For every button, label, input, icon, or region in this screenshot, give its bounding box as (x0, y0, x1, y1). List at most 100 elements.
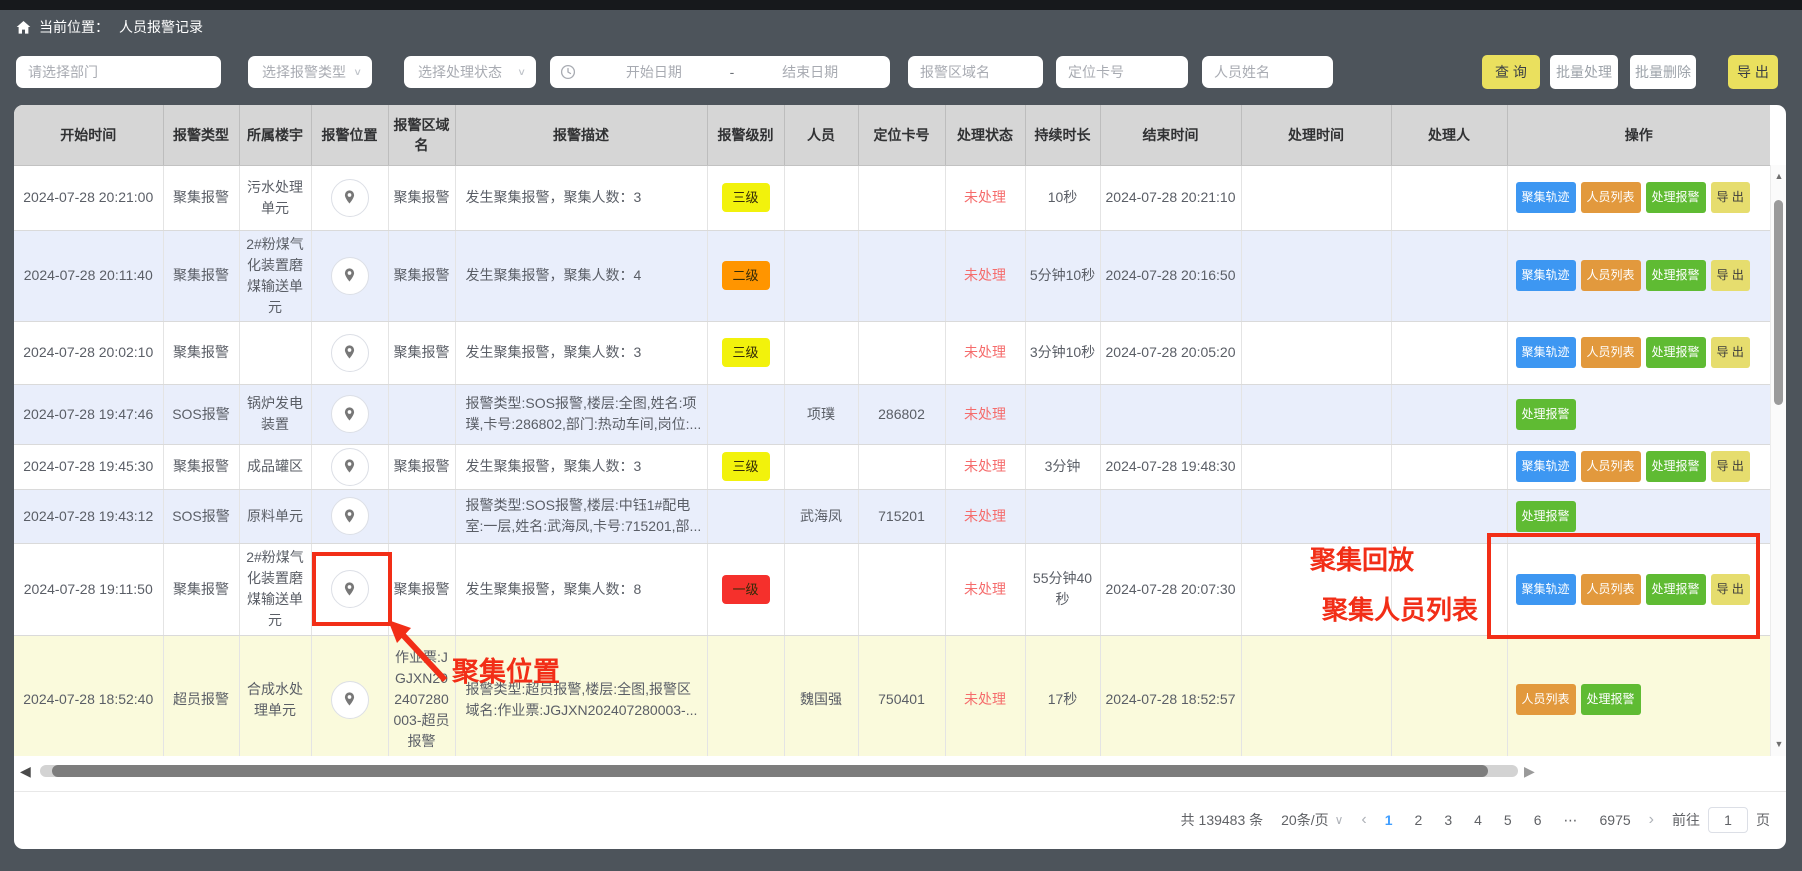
chevron-down-icon: ∨ (1335, 813, 1344, 827)
card-number-input[interactable] (1056, 56, 1188, 88)
cell-end-time: 2024-07-28 20:16:50 (1100, 230, 1241, 321)
goto-page-input[interactable] (1708, 807, 1748, 833)
page-number-5[interactable]: 5 (1504, 812, 1512, 828)
column-header-4: 报警位置 (311, 105, 388, 165)
row-action-handle-button[interactable]: 处理报警 (1516, 399, 1576, 430)
cell-person (784, 165, 858, 230)
cell-desc: 报警类型:SOS报警,楼层:中钰1#配电室:一层,姓名:武海凤,卡号:71520… (455, 489, 707, 543)
page-number-1[interactable]: 1 (1385, 812, 1393, 828)
row-action-list-button[interactable]: 人员列表 (1581, 451, 1641, 482)
row-action-export-button[interactable]: 导 出 (1711, 260, 1750, 291)
status-text: 未处理 (964, 406, 1006, 422)
goto-label: 前往 (1672, 810, 1700, 830)
row-action-track-button[interactable]: 聚集轨迹 (1516, 182, 1576, 213)
prev-page-button[interactable]: ‹ (1361, 811, 1366, 829)
row-action-list-button[interactable]: 人员列表 (1581, 260, 1641, 291)
export-button[interactable]: 导 出 (1728, 55, 1778, 89)
location-pin-button[interactable] (331, 334, 369, 372)
row-action-export-button[interactable]: 导 出 (1711, 337, 1750, 368)
cell-start-time: 2024-07-28 19:43:12 (14, 489, 163, 543)
status-text: 未处理 (964, 189, 1006, 205)
cell-position (311, 489, 388, 543)
cell-duration: 5分钟10秒 (1025, 230, 1100, 321)
cell-ops: 聚集轨迹人员列表处理报警导 出 (1507, 165, 1770, 230)
row-action-track-button[interactable]: 聚集轨迹 (1516, 451, 1576, 482)
row-action-list-button[interactable]: 人员列表 (1581, 182, 1641, 213)
location-pin-icon (341, 406, 358, 423)
cell-end-time (1100, 489, 1241, 543)
cell-building: 污水处理单元 (239, 165, 311, 230)
next-page-button[interactable]: › (1649, 811, 1654, 829)
row-action-track-button[interactable]: 聚集轨迹 (1516, 260, 1576, 291)
cell-card (858, 543, 945, 635)
cell-position (311, 444, 388, 489)
row-action-handle-button[interactable]: 处理报警 (1516, 501, 1576, 532)
row-action-handle-button[interactable]: 处理报警 (1646, 260, 1706, 291)
cell-type: 超员报警 (163, 635, 239, 756)
column-header-12: 结束时间 (1100, 105, 1241, 165)
location-pin-button[interactable] (331, 395, 369, 433)
batch-process-button[interactable]: 批量处理 (1550, 55, 1618, 89)
cell-start-time: 2024-07-28 19:47:46 (14, 384, 163, 444)
cell-handler (1391, 635, 1507, 756)
page-size-select[interactable]: 20条/页 ∨ (1281, 810, 1343, 830)
cell-card: 750401 (858, 635, 945, 756)
cell-handler (1391, 230, 1507, 321)
scroll-right-arrow-icon[interactable]: ▶ (1524, 763, 1535, 779)
cell-area: 聚集报警 (388, 230, 455, 321)
cell-type: 聚集报警 (163, 321, 239, 384)
chevron-down-icon: ∨ (353, 66, 362, 77)
row-action-export-button[interactable]: 导 出 (1711, 182, 1750, 213)
handle-status-select[interactable]: 选择处理状态 ∨ (404, 56, 536, 88)
scroll-down-arrow-icon[interactable]: ▼ (1773, 739, 1785, 749)
row-action-handle-button[interactable]: 处理报警 (1646, 451, 1706, 482)
row-action-list-button[interactable]: 人员列表 (1581, 337, 1641, 368)
person-name-input[interactable] (1202, 56, 1333, 88)
row-action-track-button[interactable]: 聚集轨迹 (1516, 337, 1576, 368)
location-pin-button[interactable] (331, 179, 369, 217)
page-number-6[interactable]: 6 (1534, 812, 1542, 828)
location-pin-button[interactable] (331, 448, 369, 486)
scroll-up-arrow-icon[interactable]: ▲ (1773, 171, 1785, 181)
annotation-label-person-list: 聚集人员列表 (1322, 590, 1478, 627)
table-row: 2024-07-28 20:11:40聚集报警2#粉煤气化装置磨煤输送单元聚集报… (14, 230, 1770, 321)
page-number-3[interactable]: 3 (1444, 812, 1452, 828)
cell-person (784, 230, 858, 321)
page-number-2[interactable]: 2 (1415, 812, 1423, 828)
row-action-export-button[interactable]: 导 出 (1711, 451, 1750, 482)
row-action-handle-button[interactable]: 处理报警 (1581, 684, 1641, 715)
department-input[interactable] (16, 56, 221, 88)
row-action-list-button[interactable]: 人员列表 (1516, 684, 1576, 715)
page-number-last[interactable]: 6975 (1600, 812, 1631, 828)
alarm-level-badge: 二级 (722, 261, 770, 290)
horizontal-scrollbar[interactable]: ◀ ▶ (14, 763, 1770, 779)
cell-building (239, 321, 311, 384)
location-pin-button[interactable] (331, 257, 369, 295)
cell-person: 项璞 (784, 384, 858, 444)
cell-building: 2#粉煤气化装置磨煤输送单元 (239, 230, 311, 321)
cell-building: 2#粉煤气化装置磨煤输送单元 (239, 543, 311, 635)
batch-delete-button[interactable]: 批量删除 (1630, 55, 1696, 89)
page-number-4[interactable]: 4 (1474, 812, 1482, 828)
cell-type: SOS报警 (163, 384, 239, 444)
row-action-handle-button[interactable]: 处理报警 (1646, 182, 1706, 213)
cell-person (784, 321, 858, 384)
alarm-type-select[interactable]: 选择报警类型 ∨ (248, 56, 372, 88)
cell-handler (1391, 444, 1507, 489)
query-button[interactable]: 查 询 (1482, 55, 1540, 89)
alarm-level-badge: 三级 (722, 183, 770, 212)
status-text: 未处理 (964, 581, 1006, 597)
alarm-area-input[interactable] (908, 56, 1043, 88)
horizontal-scroll-thumb[interactable] (52, 765, 1488, 777)
column-header-15: 操作 (1507, 105, 1770, 165)
row-action-handle-button[interactable]: 处理报警 (1646, 337, 1706, 368)
date-separator: - (724, 64, 741, 80)
scroll-left-arrow-icon[interactable]: ◀ (20, 763, 31, 779)
location-pin-button[interactable] (331, 497, 369, 535)
vertical-scroll-thumb[interactable] (1774, 200, 1783, 405)
vertical-scrollbar[interactable]: ▲ ▼ (1770, 165, 1786, 756)
cell-building: 成品罐区 (239, 444, 311, 489)
goto-suffix: 页 (1756, 810, 1770, 830)
date-range-picker[interactable]: 开始日期 - 结束日期 (550, 56, 890, 88)
status-text: 未处理 (964, 344, 1006, 360)
